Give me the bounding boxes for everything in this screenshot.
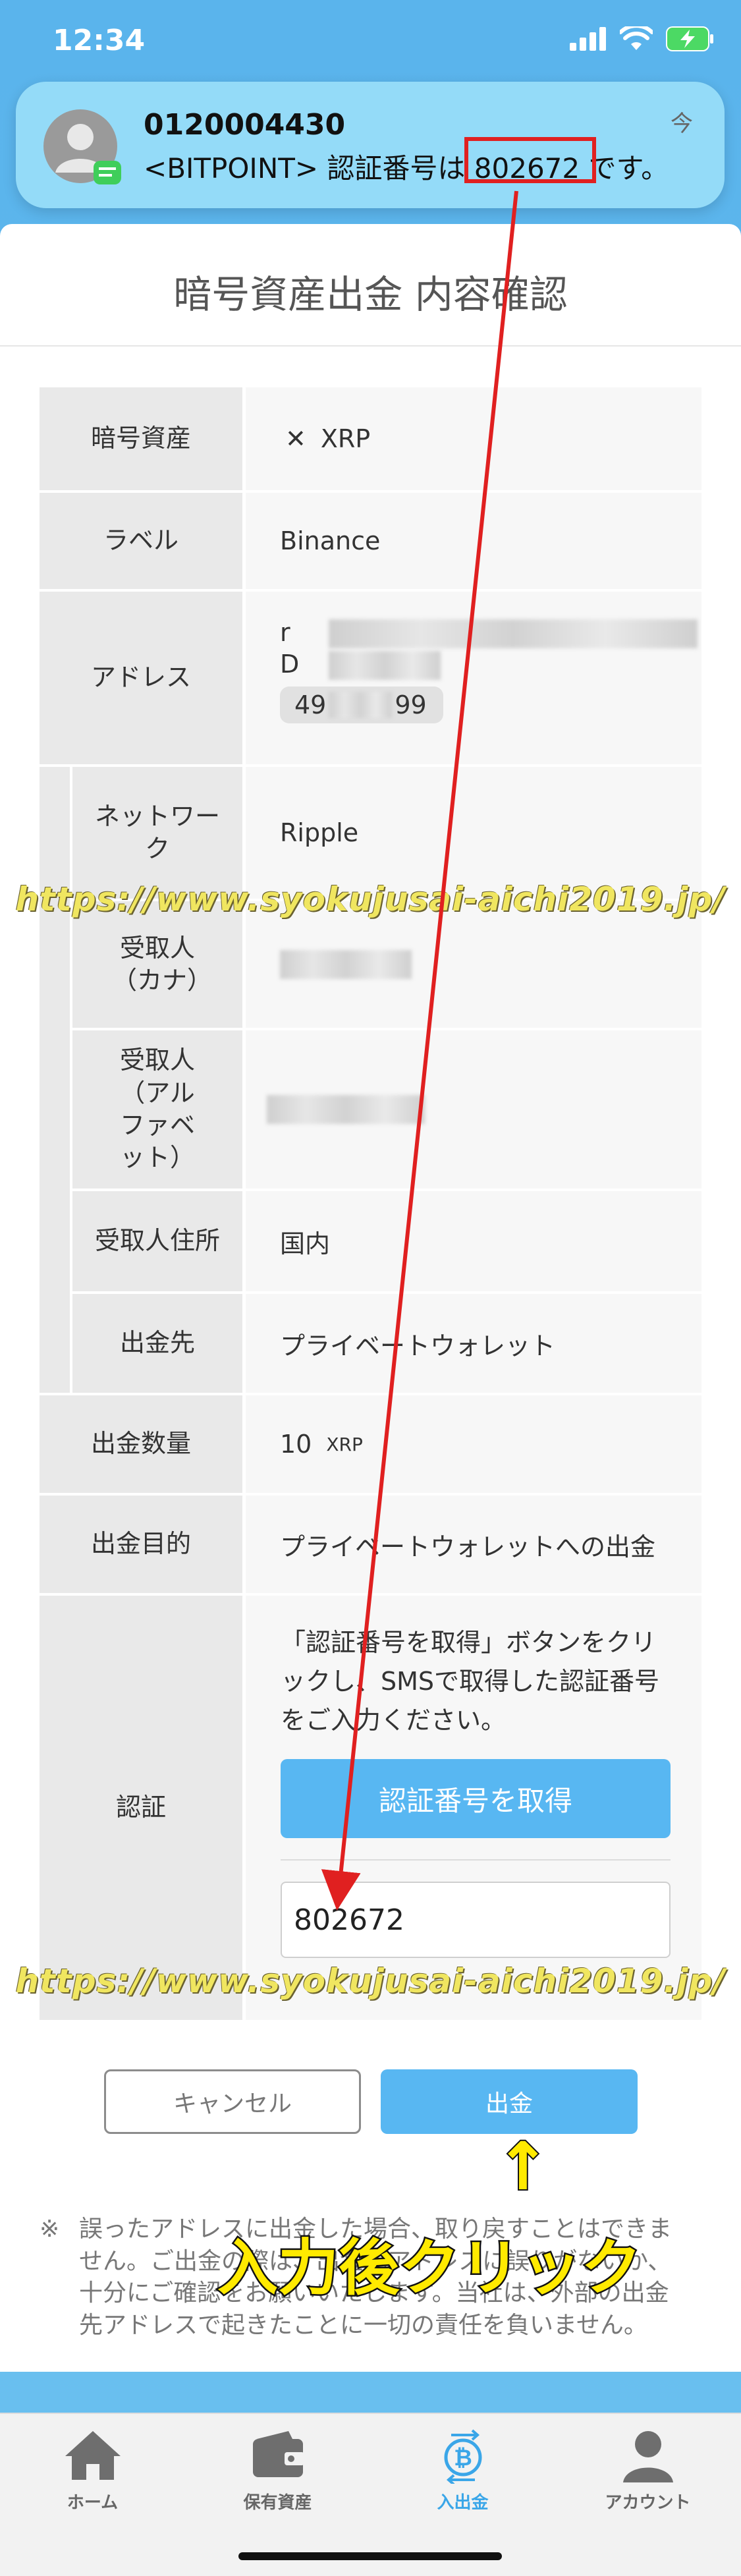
red-annotation-arrow [321,190,518,1911]
annotation-caption: 入力後クリック [215,2231,643,2305]
app-screen: 12:34 0120004430 <BITPOINT> 認証番号は 802672… [0,0,741,2576]
yellow-up-arrow: ↑ [494,2127,552,2206]
